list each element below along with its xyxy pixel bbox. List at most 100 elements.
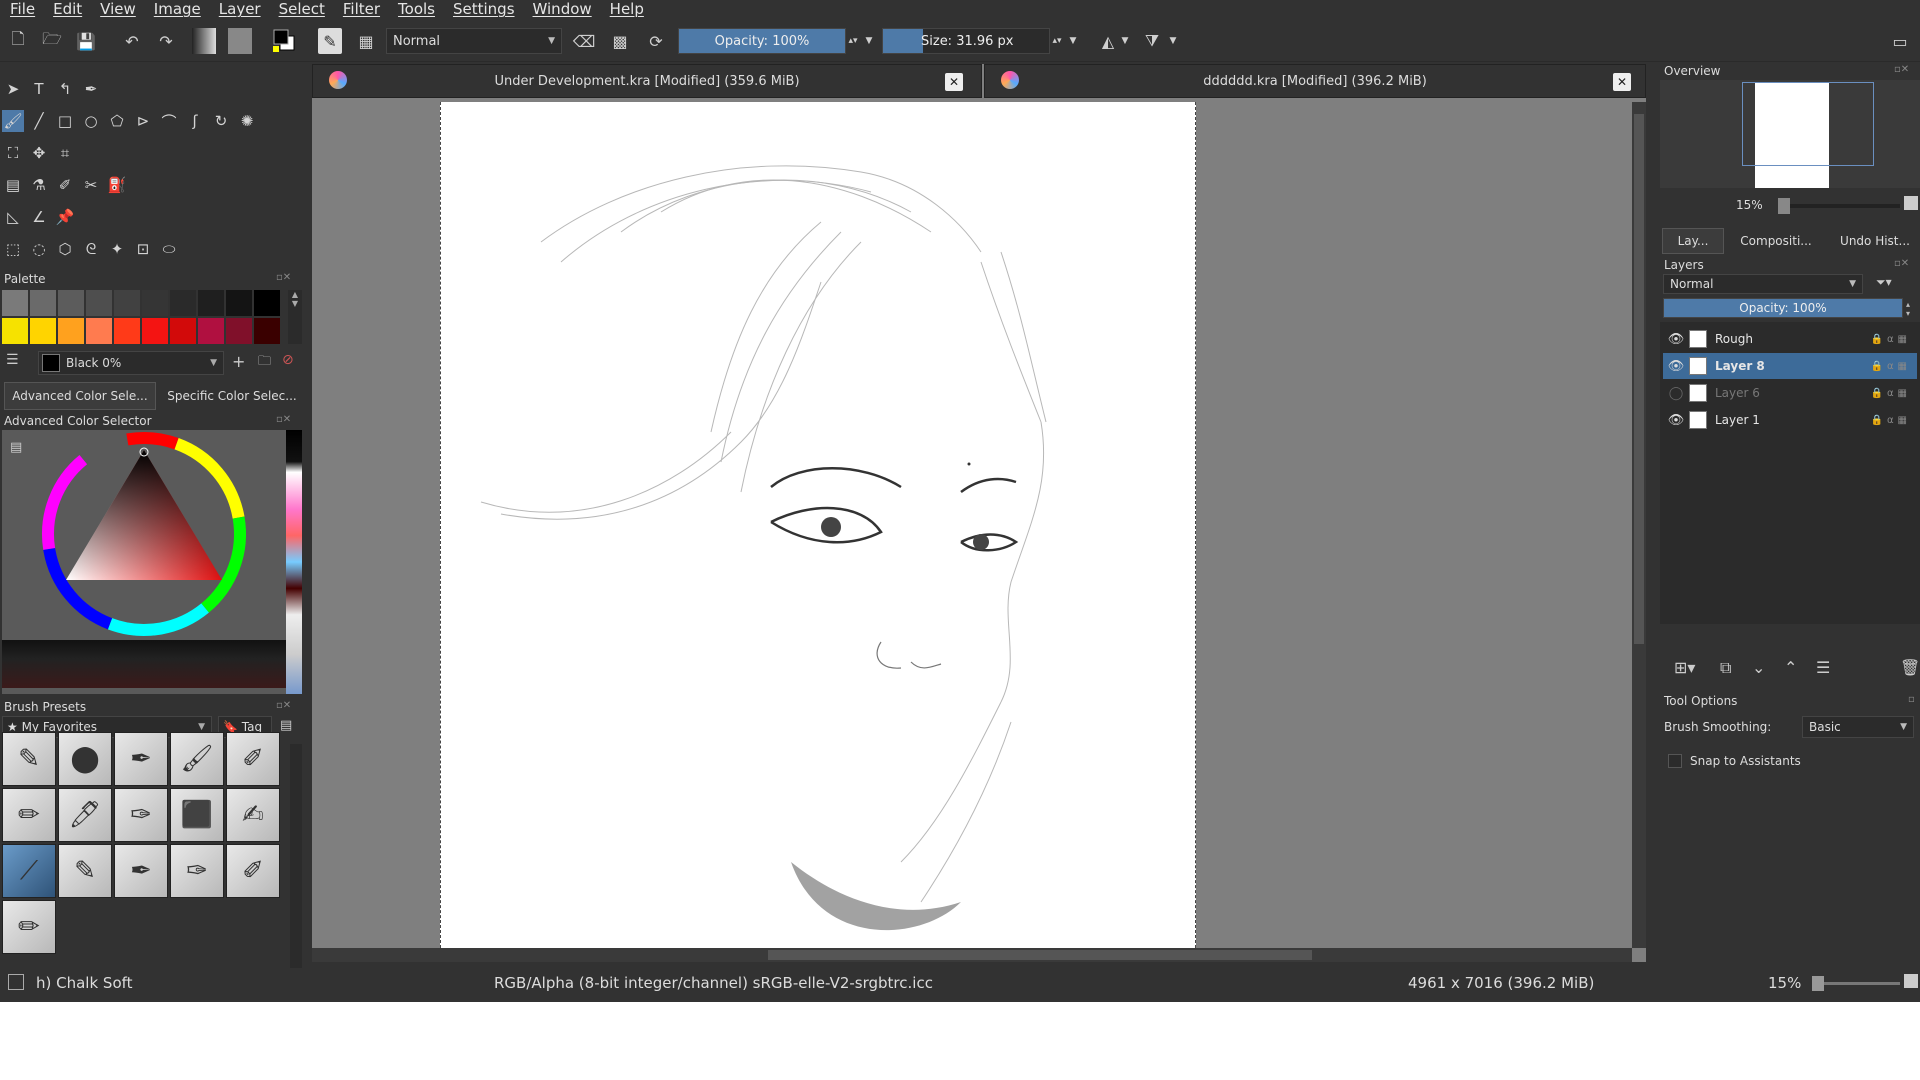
palette-swatch[interactable] xyxy=(2,290,28,316)
brush-preset-thumbnail[interactable]: ✑ xyxy=(170,844,224,898)
move-tool-icon[interactable]: ✥ xyxy=(28,142,50,164)
menu-tools[interactable]: Tools xyxy=(398,0,435,18)
preset-view-icon[interactable]: ▤ xyxy=(280,718,292,733)
redo-icon[interactable]: ↷ xyxy=(154,28,178,54)
brush-preset-icon[interactable]: ✎ xyxy=(318,28,342,54)
assistant-tool-icon[interactable]: ◺ xyxy=(2,206,24,228)
overview-zoom-handle[interactable] xyxy=(1778,198,1790,214)
horizontal-scroll-thumb[interactable] xyxy=(768,950,1312,960)
menu-help[interactable]: Help xyxy=(610,0,644,18)
brush-preset-thumbnail[interactable]: ✒ xyxy=(114,732,168,786)
tab-specific-color-selector[interactable]: Specific Color Selec... xyxy=(160,382,304,410)
remove-color-icon[interactable]: ⊘ xyxy=(282,352,294,368)
dock-float-close-icon[interactable]: ▫✕ xyxy=(276,700,291,711)
elliptical-selection-tool-icon[interactable]: ◌ xyxy=(28,238,50,260)
open-document-icon[interactable]: 🗁 xyxy=(40,28,64,54)
menu-layer[interactable]: Layer xyxy=(219,0,261,18)
dock-float-close-icon[interactable]: ▫✕ xyxy=(1894,258,1909,269)
palette-scrollbar[interactable]: ▲ ▼ xyxy=(288,290,302,344)
chevron-down-icon[interactable]: ▼ xyxy=(1118,28,1132,54)
palette-swatch[interactable] xyxy=(226,318,252,344)
tab-under-development[interactable]: Under Development.kra [Modified] (359.6 … xyxy=(312,64,982,98)
menu-filter[interactable]: Filter xyxy=(343,0,380,18)
dock-float-close-icon[interactable]: ▫✕ xyxy=(276,272,291,283)
menu-view[interactable]: View xyxy=(100,0,136,18)
calligraphy-tool-icon[interactable]: ✒ xyxy=(80,78,102,100)
brush-preset-thumbnail[interactable]: ✑ xyxy=(114,788,168,842)
gradient-icon[interactable] xyxy=(192,28,216,54)
mirror-horizontal-icon[interactable]: ◭ xyxy=(1096,28,1120,54)
freehand-brush-tool-icon[interactable]: 🖌 xyxy=(2,110,24,132)
palette-swatch[interactable] xyxy=(86,318,112,344)
move-layer-down-icon[interactable]: ⌄ xyxy=(1752,658,1765,677)
opacity-spin-icon[interactable]: ▴▾ xyxy=(846,28,860,54)
bezier-selection-tool-icon[interactable]: ⬭ xyxy=(158,238,180,260)
snap-to-assistants-checkbox[interactable] xyxy=(1668,754,1682,768)
layer-lock-alpha-icons[interactable]: 🔒α▦ xyxy=(1871,415,1912,426)
status-zoom-slider[interactable] xyxy=(1812,976,1900,991)
overview-fit-icon[interactable] xyxy=(1904,196,1918,210)
size-slider[interactable]: Size: 31.96 px xyxy=(882,28,1050,54)
layer-lock-alpha-icons[interactable]: 🔒α▦ xyxy=(1871,388,1912,399)
contiguous-selection-tool-icon[interactable]: ✦ xyxy=(106,238,128,260)
dock-float-icon[interactable]: ▫ xyxy=(1908,694,1915,705)
duplicate-layer-icon[interactable]: ⧉ xyxy=(1720,658,1731,678)
size-spin-icon[interactable]: ▴▾ xyxy=(1050,28,1064,54)
toolbar-menu-icon[interactable]: ▭ xyxy=(1888,28,1912,54)
palette-swatch[interactable] xyxy=(254,290,280,316)
brush-preset-thumbnail[interactable]: ✐ xyxy=(226,732,280,786)
brush-preset-thumbnail[interactable]: ⬛ xyxy=(170,788,224,842)
brush-preset-thumbnail[interactable]: ✒ xyxy=(114,844,168,898)
vertical-scroll-thumb[interactable] xyxy=(1634,114,1644,644)
chevron-down-icon[interactable]: ▼ xyxy=(862,28,876,54)
freehand-selection-tool-icon[interactable]: ᘓ xyxy=(80,238,102,260)
status-zoom-handle[interactable] xyxy=(1812,976,1824,991)
menu-window[interactable]: Window xyxy=(533,0,592,18)
layer-filter-icon[interactable]: ⏷▾ xyxy=(1876,275,1892,290)
color-selector-area[interactable]: ▤ xyxy=(2,430,302,694)
color-picker-tool-icon[interactable]: ⚗ xyxy=(28,174,50,196)
dynamic-brush-tool-icon[interactable]: ↻ xyxy=(210,110,232,132)
opacity-slider[interactable]: Opacity: 100% xyxy=(678,28,846,54)
transform-tool-icon[interactable]: ⛶ xyxy=(2,142,24,164)
multibrush-tool-icon[interactable]: ✺ xyxy=(236,110,258,132)
visibility-eye-icon[interactable]: ◯ xyxy=(1667,386,1685,401)
close-icon[interactable]: ✕ xyxy=(1613,73,1631,91)
overview-zoom-slider[interactable] xyxy=(1778,198,1900,214)
freehand-path-tool-icon[interactable]: ʃ xyxy=(184,110,206,132)
layer-lock-alpha-icons[interactable]: 🔒α▦ xyxy=(1871,334,1912,345)
line-tool-icon[interactable]: ╱ xyxy=(28,110,50,132)
horizontal-scrollbar[interactable] xyxy=(312,948,1632,962)
palette-color-select[interactable]: Black 0% ▼ xyxy=(38,351,224,375)
bezier-tool-icon[interactable]: ⌒ xyxy=(158,110,180,132)
rectangular-selection-tool-icon[interactable]: ⬚ xyxy=(2,238,24,260)
layer-row[interactable]: 👁 Rough 🔒α▦ xyxy=(1663,326,1917,352)
brush-smoothing-select[interactable]: Basic ▼ xyxy=(1802,716,1914,738)
palette-swatch[interactable] xyxy=(114,290,140,316)
fill-tool-icon[interactable]: ⛽ xyxy=(106,174,128,196)
gradient-tool-icon[interactable]: ▤ xyxy=(2,174,24,196)
document-canvas[interactable] xyxy=(440,102,1196,948)
visibility-eye-icon[interactable]: 👁 xyxy=(1667,413,1685,428)
rectangle-tool-icon[interactable]: □ xyxy=(54,110,76,132)
palette-swatch[interactable] xyxy=(226,290,252,316)
alpha-lock-icon[interactable]: ▩ xyxy=(608,28,632,54)
colorize-mask-tool-icon[interactable]: ✐ xyxy=(54,174,76,196)
visibility-eye-icon[interactable]: 👁 xyxy=(1667,359,1685,374)
measure-tool-icon[interactable]: ∠ xyxy=(28,206,50,228)
palette-swatch[interactable] xyxy=(170,290,196,316)
menu-settings[interactable]: Settings xyxy=(453,0,515,18)
brush-preset-thumbnail[interactable]: ✐ xyxy=(226,844,280,898)
tab-dddddd[interactable]: dddddd.kra [Modified] (396.2 MiB) ✕ xyxy=(984,64,1646,98)
tab-advanced-color-selector[interactable]: Advanced Color Sele... xyxy=(4,382,156,410)
crop-tool-icon[interactable]: ⌗ xyxy=(54,142,76,164)
workspace-icon[interactable]: ▦ xyxy=(354,28,378,54)
overview-viewport-rect[interactable] xyxy=(1742,82,1874,166)
palette-swatch[interactable] xyxy=(2,318,28,344)
brush-preset-thumbnail[interactable]: ✍ xyxy=(226,788,280,842)
palette-swatch[interactable] xyxy=(114,318,140,344)
color-history-strip[interactable] xyxy=(286,430,302,694)
text-tool-icon[interactable]: T xyxy=(28,78,50,100)
shade-selector[interactable] xyxy=(2,640,286,688)
reload-preset-icon[interactable]: ⟳ xyxy=(644,28,668,54)
